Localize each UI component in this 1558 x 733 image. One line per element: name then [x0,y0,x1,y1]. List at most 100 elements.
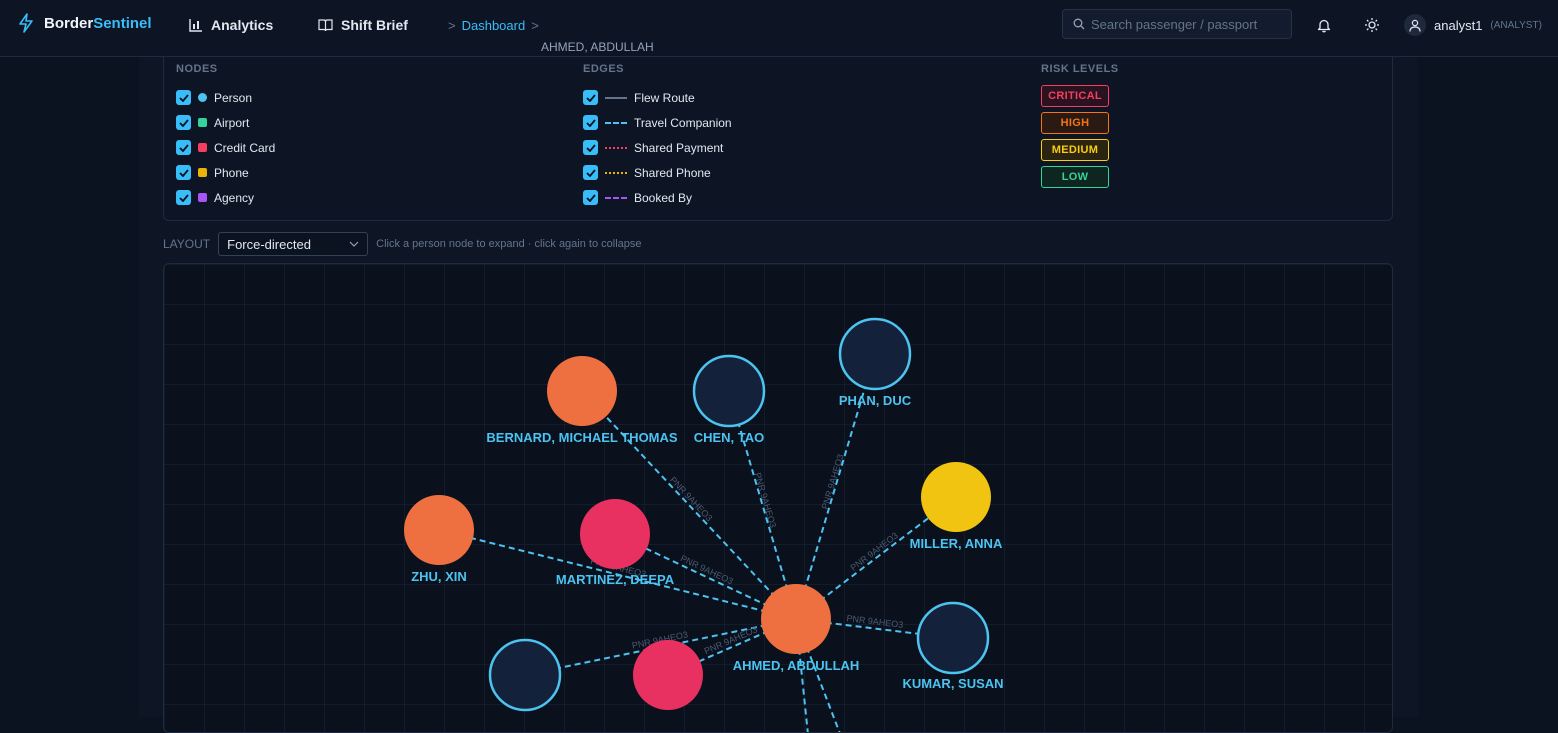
node-label: ZHU, XIN [411,569,467,584]
legend-edge-booked-by[interactable]: Booked By [583,185,732,210]
nav-shift-brief-label: Shift Brief [341,17,408,33]
checkmark-icon [585,193,596,202]
node-label: CHEN, TAO [694,430,765,445]
person-node-br[interactable] [633,640,703,710]
main-panel: NODES Person Airport Credit Card Phone Agenc… [139,57,1418,733]
legend-node-credit-card[interactable]: Credit Card [176,135,275,160]
breadcrumb-dashboard-link[interactable]: Dashboard [462,18,526,33]
brand-logo[interactable]: BorderSentinel [18,13,152,33]
checkbox[interactable] [583,140,598,155]
search-input[interactable] [1091,16,1281,32]
nav-shift-brief[interactable]: Shift Brief [318,17,408,33]
person-node-phan-duc[interactable] [838,317,912,391]
airport-swatch [198,118,207,127]
bell-icon [1317,19,1331,32]
layout-bar: LAYOUT Force-directed Click a person nod… [163,232,642,256]
network-graph[interactable]: PNR 9AHEO3 PNR 9AHEO3 PNR 9AHEO3 PNR 9AHEO3… [163,263,1393,733]
checkmark-icon [585,118,596,127]
node-label: KUMAR, SUSAN [902,676,1003,691]
phone-swatch [198,168,207,177]
node-label: MARTINEZ, DEEPA [556,572,675,587]
person-node-zhu-xin[interactable] [404,495,474,565]
notifications-button[interactable] [1314,15,1334,35]
risk-badge-critical: CRITICAL [1041,85,1109,107]
legend-edge-shared-phone[interactable]: Shared Phone [583,160,732,185]
breadcrumb: > Dashboard > [448,18,539,33]
node-label: BERNARD, MICHAEL THOMAS [486,430,677,445]
layout-hint: Click a person node to expand · click ag… [376,238,642,250]
sun-icon [1365,18,1379,32]
checkmark-icon [178,193,189,202]
breadcrumb-separator: > [531,18,539,33]
legend-node-label: Agency [214,190,255,205]
search-icon [1073,18,1085,30]
node-label: PHAN, DUC [839,393,912,408]
legend-edge-label: Booked By [634,190,693,205]
checkbox[interactable] [583,115,598,130]
checkbox[interactable] [583,165,598,180]
user-name: analyst1 [1434,17,1483,33]
legend-edges-title: EDGES [583,63,625,75]
bar-chart-icon [189,19,202,32]
legend-panel: NODES Person Airport Credit Card Phone Agenc… [163,57,1393,221]
legend-nodes: NODES Person Airport Credit Card Phone Agenc… [176,63,275,210]
checkmark-icon [585,143,596,152]
shared-phone-line-swatch [605,171,627,174]
person-swatch [198,93,207,102]
checkmark-icon [178,93,189,102]
person-node-miller-anna[interactable] [921,462,991,532]
risk-badge-low: LOW [1041,166,1109,188]
edge-label: PNR 9AHEO3 [848,530,899,573]
search-box [1062,9,1292,39]
checkmark-icon [178,143,189,152]
graph-canvas[interactable]: PNR 9AHEO3 PNR 9AHEO3 PNR 9AHEO3PNR 9AHEO3… [164,264,1393,733]
legend-node-label: Person [214,90,253,105]
nav-analytics[interactable]: Analytics [189,17,273,33]
legend-edge-shared-payment[interactable]: Shared Payment [583,135,732,160]
person-node-bernard-michael-thomas[interactable] [547,356,617,426]
agency-swatch [198,193,207,202]
legend-edge-label: Shared Phone [634,165,711,180]
legend-edges: EDGES Flew Route Travel Companion Shared P… [583,63,732,210]
checkmark-icon [585,168,596,177]
person-node-chen-tao[interactable] [692,354,766,428]
layout-select[interactable]: Force-directed [218,232,369,256]
legend-node-phone[interactable]: Phone [176,160,275,185]
legend-edge-label: Flew Route [634,90,695,105]
person-node-ahmed-abdullah[interactable] [761,584,831,654]
user-icon [1409,19,1421,32]
checkbox[interactable] [176,140,191,155]
checkbox[interactable] [583,190,598,205]
edge-label: PNR 9AHEO3 [703,624,759,656]
edge-label: PNR 9AHEO3 [820,453,846,511]
user-role: (ANALYST) [1490,19,1542,31]
legend-node-agency[interactable]: Agency [176,185,275,210]
legend-node-person[interactable]: Person [176,85,275,110]
booked-by-line-swatch [605,196,627,199]
checkbox[interactable] [176,165,191,180]
brand-name-part1: Border [44,14,94,32]
checkbox[interactable] [583,90,598,105]
node-label: MILLER, ANNA [910,536,1003,551]
person-node-martinez-deepa[interactable] [580,499,650,569]
legend-nodes-title: NODES [176,63,218,75]
legend-node-airport[interactable]: Airport [176,110,275,135]
person-node-bl[interactable] [488,638,562,712]
legend-node-label: Phone [214,165,249,180]
flew-route-line-swatch [605,96,627,99]
legend-edge-flew-route[interactable]: Flew Route [583,85,732,110]
user-menu[interactable]: analyst1 (ANALYST) [1404,14,1542,36]
legend-edge-travel-companion[interactable]: Travel Companion [583,110,732,135]
checkbox[interactable] [176,90,191,105]
chevron-down-icon [349,241,359,247]
edge-label: PNR 9AHEO3 [753,471,779,529]
checkbox[interactable] [176,190,191,205]
checkbox[interactable] [176,115,191,130]
person-node-kumar-susan[interactable] [916,601,990,675]
risk-badge-high: HIGH [1041,112,1109,134]
theme-toggle-button[interactable] [1362,15,1382,35]
edge-label: PNR 9AHEO3 [668,475,714,523]
shared-payment-line-swatch [605,146,627,149]
legend-risk: RISK LEVELS CRITICAL HIGH MEDIUM LOW [1041,63,1119,193]
legend-node-label: Credit Card [214,140,276,155]
